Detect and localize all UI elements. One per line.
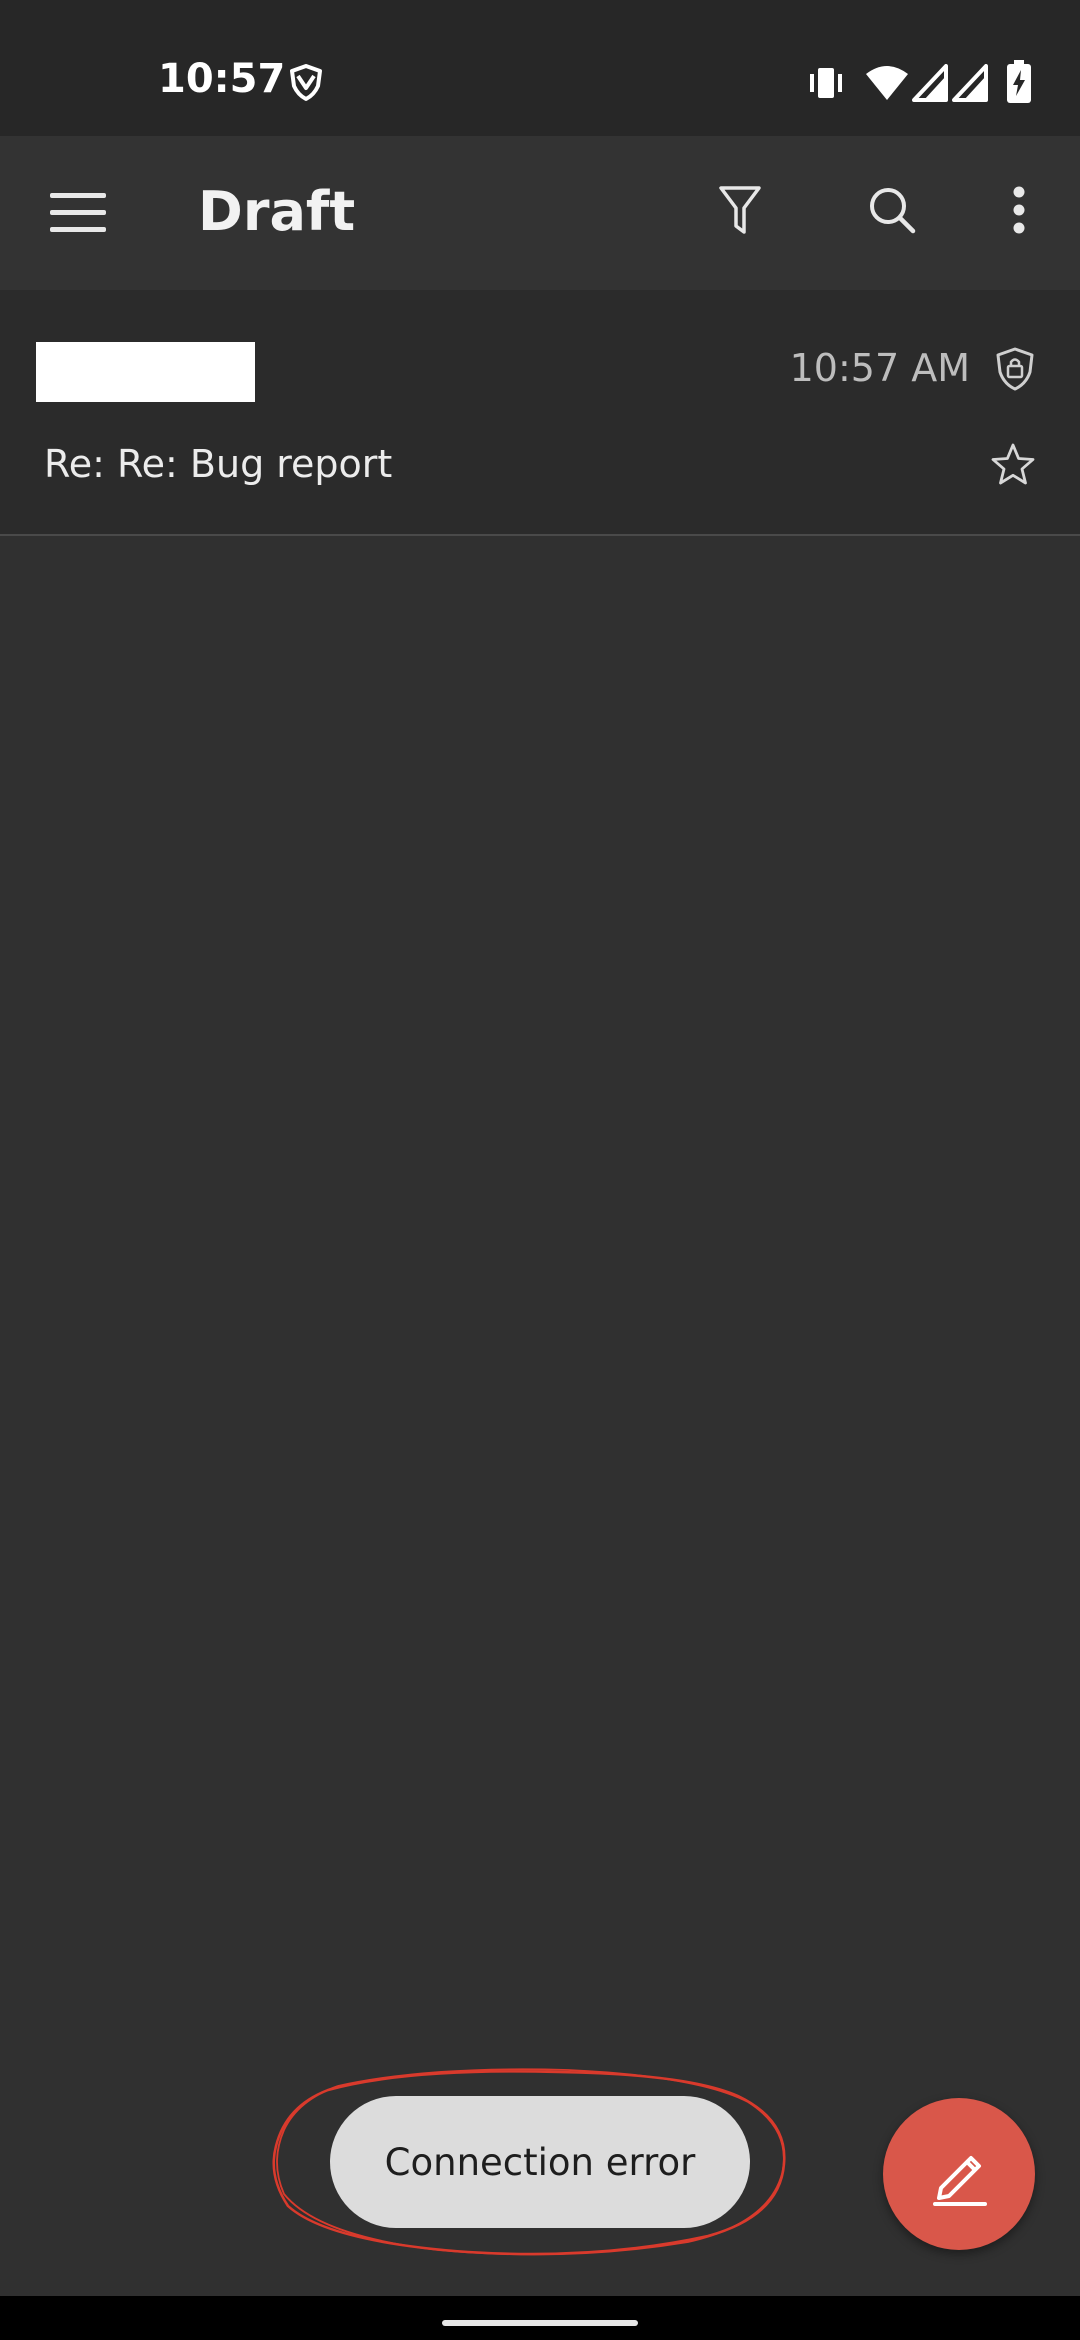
more-options-button[interactable] — [998, 170, 1040, 250]
battery-charging-icon — [1007, 60, 1031, 103]
vibrate-icon — [810, 68, 842, 98]
app-bar: Draft — [0, 136, 1080, 290]
search-button[interactable] — [852, 170, 932, 250]
menu-icon — [50, 193, 106, 232]
filter-icon — [719, 186, 761, 234]
sender-name-redacted — [36, 342, 255, 402]
signal-icon — [952, 64, 988, 102]
encrypted-shield-icon — [996, 347, 1034, 391]
message-time: 10:57 AM — [789, 346, 970, 390]
navigation-bar — [0, 2296, 1080, 2340]
compose-button[interactable] — [883, 2098, 1035, 2250]
page-title: Draft — [198, 180, 356, 243]
status-time: 10:57 — [158, 56, 286, 102]
status-bar: 10:57 — [0, 0, 1080, 136]
toast-message: Connection error — [330, 2096, 750, 2228]
star-icon[interactable] — [990, 442, 1036, 486]
message-subject: Re: Re: Bug report — [44, 442, 393, 486]
search-icon — [870, 188, 916, 234]
compose-pencil-icon — [933, 2156, 987, 2206]
home-gesture-handle[interactable] — [442, 2320, 638, 2326]
signal-icon — [912, 64, 948, 102]
list-item[interactable]: 10:57 AM Re: Re: Bug report — [0, 290, 1080, 536]
shield-app-icon — [290, 64, 322, 101]
more-vert-icon — [1013, 186, 1025, 234]
wifi-icon — [866, 66, 908, 100]
menu-button[interactable] — [38, 176, 118, 250]
filter-button[interactable] — [700, 170, 780, 250]
